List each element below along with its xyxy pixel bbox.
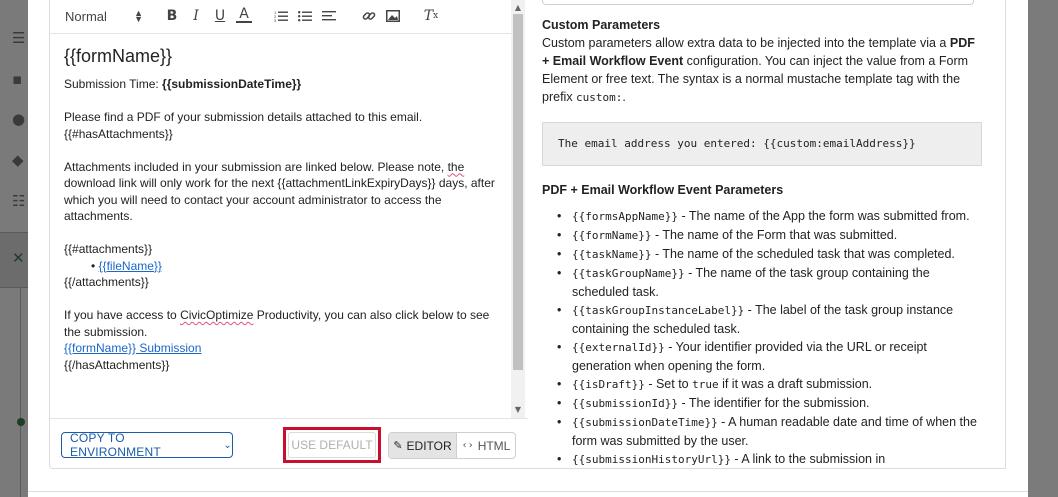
has-attachments-close-tag: {{/hasAttachments}} xyxy=(64,357,170,372)
editor-scrollbar[interactable]: ▲ ▼ xyxy=(511,0,525,418)
editor-content[interactable]: {{formName}} Submission Time: {{submissi… xyxy=(64,44,504,373)
badge-icon: ◆ xyxy=(12,151,24,169)
text-color-icon[interactable]: A xyxy=(236,6,252,23)
scroll-down-icon[interactable]: ▼ xyxy=(511,404,525,416)
check-circle-icon: ● xyxy=(12,110,26,128)
list-item: {{externalId}} - Your identifier provide… xyxy=(557,338,982,375)
editor-toolbar: Normal ▲ ▼ B I U A 123 Tx xyxy=(50,0,512,34)
list-item: {{formsAppName}} - The name of the App t… xyxy=(557,207,982,226)
copy-to-environment-button[interactable]: COPY TO ENVIRONMENT ⌄ xyxy=(61,431,233,459)
access-paragraph: If you have access to CivicOptimize Prod… xyxy=(64,308,490,339)
italic-icon[interactable]: I xyxy=(188,7,204,25)
email-template-modal: Normal ▲ ▼ B I U A 123 Tx {{formName}} S… xyxy=(28,0,1028,497)
submission-time-line: Submission Time: {{submissionDateTime}} xyxy=(64,77,302,91)
chevron-down-icon: ⌄ xyxy=(223,439,232,451)
attachments-paragraph: Attachments included in your submission … xyxy=(64,159,495,224)
attachments-open-tag: {{#attachments}} xyxy=(64,242,153,256)
editor-scroll-thumb[interactable] xyxy=(513,14,523,370)
parameters-docs-panel: Custom Parameters Custom parameters allo… xyxy=(528,0,1006,469)
editor-footer: COPY TO ENVIRONMENT ⌄ USE DEFAULT ✎ EDIT… xyxy=(50,418,554,469)
app-sidebar: ☰ ▪ ● ◆ ☷ ✕ xyxy=(0,0,28,497)
tab-html[interactable]: ‹› HTML xyxy=(457,433,515,458)
code-icon: ‹› xyxy=(461,440,474,451)
custom-parameters-title: Custom Parameters xyxy=(542,18,661,32)
clear-format-icon[interactable]: Tx xyxy=(422,7,440,25)
has-attachments-open-tag: {{#hasAttachments}} xyxy=(64,126,173,141)
use-default-button[interactable]: USE DEFAULT xyxy=(288,432,376,458)
attachments-close-tag: {{/attachments}} xyxy=(64,275,149,289)
pdf-line: Please find a PDF of your submission det… xyxy=(64,110,423,124)
tab-editor[interactable]: ✎ EDITOR xyxy=(389,433,457,458)
image-icon[interactable] xyxy=(384,7,402,25)
align-left-icon[interactable] xyxy=(320,7,338,25)
list-item: {{taskGroupName}} - The name of the task… xyxy=(557,264,982,301)
list-item: {{submissionId}} - The identifier for th… xyxy=(557,394,982,413)
previous-field xyxy=(542,0,974,5)
checklist-icon: ☷ xyxy=(12,192,26,210)
list-item: {{formName}} - The name of the Form that… xyxy=(557,226,982,245)
folder-icon: ▪ xyxy=(12,70,23,88)
file-list-item: • {{fileName}} xyxy=(91,258,162,273)
list-item: {{submissionDateTime}} - A human readabl… xyxy=(557,413,982,450)
underline-icon[interactable]: U xyxy=(212,7,228,25)
list-item: {{taskName}} - The name of the scheduled… xyxy=(557,245,982,264)
template-heading: {{formName}} xyxy=(64,46,173,66)
list-item: {{taskGroupInstanceLabel}} - The label o… xyxy=(557,301,982,338)
status-dot xyxy=(17,418,25,426)
format-select-value: Normal xyxy=(65,8,107,24)
svg-text:3: 3 xyxy=(274,18,277,22)
modal-footer-divider xyxy=(28,491,1028,492)
format-select[interactable]: Normal ▲ ▼ xyxy=(65,7,143,25)
scroll-up-icon[interactable]: ▲ xyxy=(511,2,525,14)
custom-parameters-text: Custom parameters allow extra data to be… xyxy=(542,36,975,104)
overlay-right xyxy=(1028,0,1058,497)
sidebar-divider xyxy=(20,288,21,497)
ordered-list-icon[interactable]: 123 xyxy=(272,7,290,25)
file-name-link[interactable]: {{fileName}} xyxy=(99,259,162,273)
copy-to-environment-label: COPY TO ENVIRONMENT xyxy=(70,431,161,459)
list-icon: ☰ xyxy=(12,29,26,47)
list-item: {{submissionHistoryUrl}} - A link to the… xyxy=(557,450,982,468)
submission-link[interactable]: {{formName}} Submission xyxy=(64,341,201,355)
view-toggle: ✎ EDITOR ‹› HTML xyxy=(388,432,516,459)
event-parameters-list: {{formsAppName}} - The name of the App t… xyxy=(542,207,982,468)
custom-code-example: The email address you entered: {{custom:… xyxy=(542,122,982,166)
tools-icon: ✕ xyxy=(12,249,25,267)
event-parameters-title: PDF + Email Workflow Event Parameters xyxy=(542,183,784,197)
link-icon[interactable] xyxy=(360,7,378,25)
bold-icon[interactable]: B xyxy=(164,7,180,25)
pencil-icon: ✎ xyxy=(393,439,403,452)
rich-text-editor: Normal ▲ ▼ B I U A 123 Tx {{formName}} S… xyxy=(49,0,555,469)
list-item: {{isDraft}} - Set to true if it was a dr… xyxy=(557,375,982,394)
select-arrows-icon: ▲ ▼ xyxy=(134,8,143,24)
bullet-list-icon[interactable] xyxy=(296,7,314,25)
